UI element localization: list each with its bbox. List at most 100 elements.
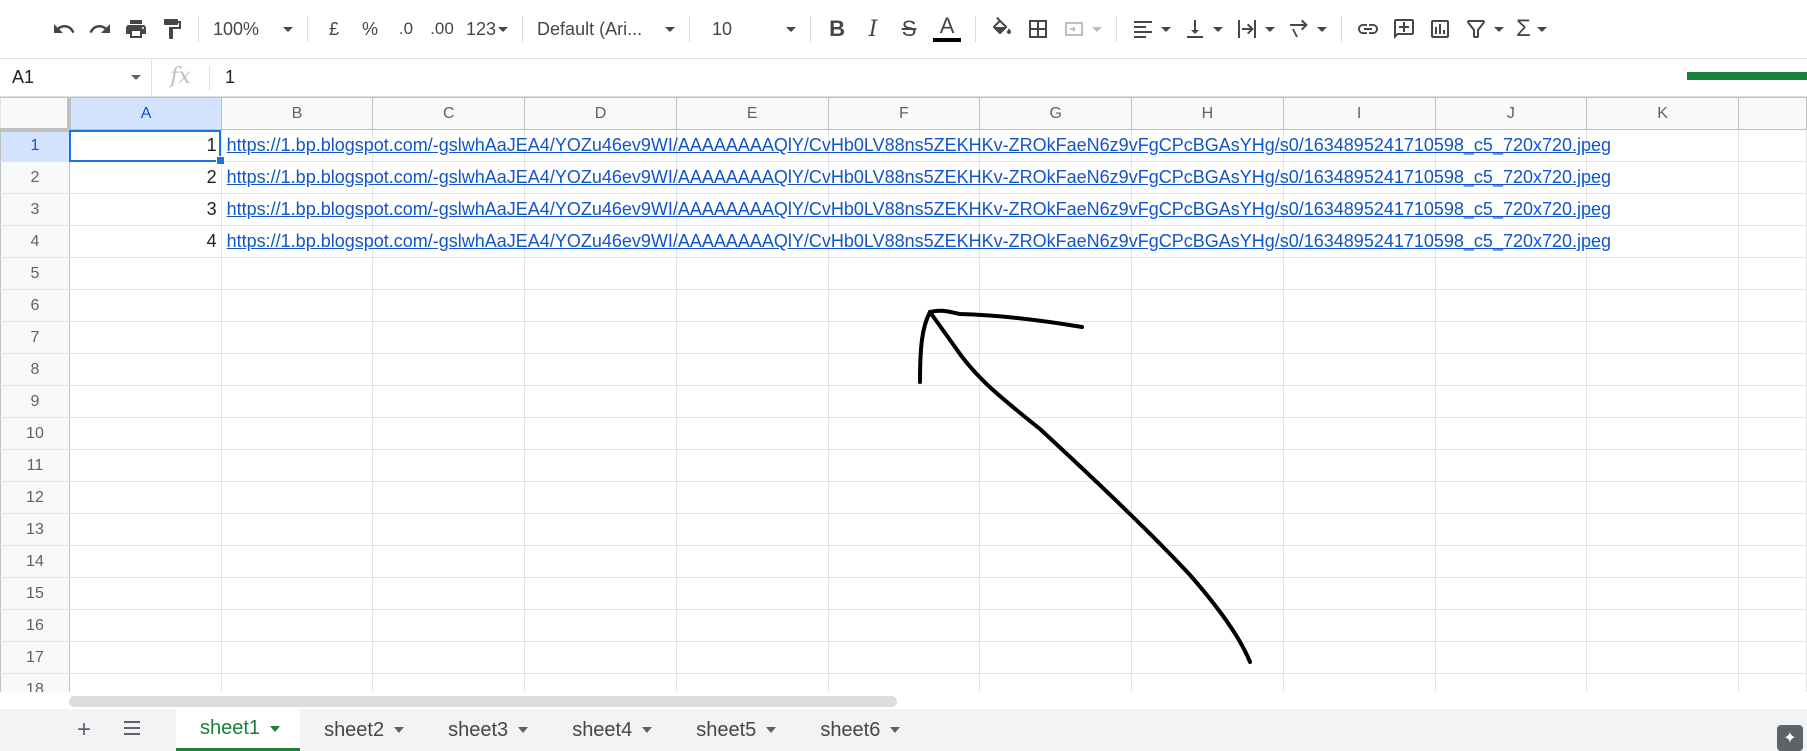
cell[interactable]	[1282, 673, 1436, 692]
cell[interactable]	[1282, 481, 1436, 514]
print-button[interactable]	[118, 11, 154, 47]
cell[interactable]	[1282, 641, 1436, 674]
cell[interactable]	[372, 449, 526, 482]
cell[interactable]	[1586, 289, 1739, 322]
url-link[interactable]: https://1.bp.blogspot.com/-gslwhAaJEA4/Y…	[227, 231, 1613, 252]
cell[interactable]	[1586, 353, 1739, 386]
strikethrough-button[interactable]: S	[891, 11, 927, 47]
increase-decimal-button[interactable]: .00	[424, 11, 460, 47]
cell[interactable]	[372, 641, 526, 674]
cell[interactable]	[827, 385, 981, 418]
column-header-i[interactable]: I	[1282, 97, 1436, 130]
cell[interactable]	[524, 609, 677, 642]
insert-chart-button[interactable]	[1422, 11, 1458, 47]
cell[interactable]	[979, 577, 1133, 610]
cell[interactable]	[675, 577, 829, 610]
cell[interactable]: 3	[68, 193, 222, 226]
cell[interactable]	[68, 385, 222, 418]
cell[interactable]	[827, 513, 981, 546]
borders-button[interactable]	[1020, 11, 1056, 47]
cell[interactable]	[68, 641, 222, 674]
cell[interactable]	[1434, 385, 1588, 418]
cell[interactable]	[1434, 417, 1588, 450]
cell[interactable]	[220, 353, 374, 386]
cell[interactable]	[827, 417, 981, 450]
cell[interactable]	[979, 321, 1133, 354]
row-header[interactable]: 12	[0, 481, 70, 514]
cell[interactable]	[524, 673, 677, 692]
cell[interactable]	[827, 673, 981, 692]
more-formats-button[interactable]: 123	[460, 11, 514, 47]
cell[interactable]	[220, 641, 374, 674]
row-header[interactable]: 1	[0, 129, 70, 162]
column-header-f[interactable]: F	[827, 97, 981, 130]
cell[interactable]: https://1.bp.blogspot.com/-gslwhAaJEA4/Y…	[220, 129, 1611, 162]
cell[interactable]	[68, 417, 222, 450]
cell[interactable]	[827, 289, 981, 322]
filter-button[interactable]	[1458, 11, 1510, 47]
column-header-g[interactable]: G	[979, 97, 1133, 130]
sheet-tab-sheet1[interactable]: sheet1	[176, 709, 301, 751]
cell[interactable]	[1586, 673, 1739, 692]
insert-comment-button[interactable]	[1386, 11, 1422, 47]
all-sheets-button[interactable]	[108, 709, 156, 751]
chevron-down-icon[interactable]	[394, 727, 405, 733]
add-sheet-button[interactable]: +	[60, 709, 108, 751]
cell[interactable]	[68, 449, 222, 482]
cell[interactable]	[1737, 289, 1807, 322]
cell[interactable]	[1737, 609, 1807, 642]
cell[interactable]	[372, 481, 526, 514]
cell[interactable]	[1737, 673, 1807, 692]
cell[interactable]	[524, 385, 677, 418]
row-header[interactable]: 4	[0, 225, 70, 258]
vertical-align-button[interactable]	[1177, 11, 1229, 47]
cell[interactable]	[675, 673, 829, 692]
select-all-corner[interactable]	[0, 97, 72, 132]
cell[interactable]	[979, 673, 1133, 692]
horizontal-align-button[interactable]	[1125, 11, 1177, 47]
cell[interactable]	[675, 513, 829, 546]
cell[interactable]	[1131, 289, 1284, 322]
cell[interactable]	[1586, 417, 1739, 450]
undo-button[interactable]	[46, 11, 82, 47]
cell[interactable]	[220, 481, 374, 514]
cell[interactable]	[1282, 609, 1436, 642]
chevron-down-icon[interactable]	[642, 727, 653, 733]
cell[interactable]	[1434, 321, 1588, 354]
cell[interactable]	[1586, 641, 1739, 674]
cell[interactable]	[220, 513, 374, 546]
cell[interactable]	[220, 609, 374, 642]
cell[interactable]	[1586, 545, 1739, 578]
cell[interactable]	[1586, 257, 1739, 290]
column-header-d[interactable]: D	[524, 97, 677, 130]
cell[interactable]	[524, 289, 677, 322]
cell[interactable]	[675, 321, 829, 354]
cell[interactable]	[1586, 609, 1739, 642]
cell[interactable]: https://1.bp.blogspot.com/-gslwhAaJEA4/Y…	[220, 193, 1611, 226]
format-currency-button[interactable]: £	[316, 11, 352, 47]
row-header[interactable]: 13	[0, 513, 70, 546]
row-header[interactable]: 14	[0, 545, 70, 578]
cell[interactable]	[524, 321, 677, 354]
font-family-select[interactable]: Default (Ari...	[531, 11, 681, 47]
cell[interactable]	[1131, 353, 1284, 386]
format-percent-button[interactable]: %	[352, 11, 388, 47]
column-header-c[interactable]: C	[372, 97, 526, 130]
cell[interactable]	[979, 289, 1133, 322]
sheet-tab-sheet6[interactable]: sheet6	[796, 709, 920, 751]
cell[interactable]	[1586, 385, 1739, 418]
cell[interactable]	[1434, 481, 1588, 514]
cell[interactable]	[1282, 513, 1436, 546]
explore-button[interactable]: ✦	[1777, 725, 1803, 751]
font-size-select[interactable]: 10	[698, 11, 802, 47]
cell[interactable]	[1282, 257, 1436, 290]
cell[interactable]	[1737, 193, 1807, 226]
cell[interactable]	[220, 289, 374, 322]
cell[interactable]	[220, 257, 374, 290]
cell[interactable]	[1131, 545, 1284, 578]
url-link[interactable]: https://1.bp.blogspot.com/-gslwhAaJEA4/Y…	[227, 135, 1613, 156]
cell[interactable]	[827, 641, 981, 674]
cell[interactable]	[68, 577, 222, 610]
cell[interactable]	[524, 641, 677, 674]
cell[interactable]: 4	[68, 225, 222, 258]
